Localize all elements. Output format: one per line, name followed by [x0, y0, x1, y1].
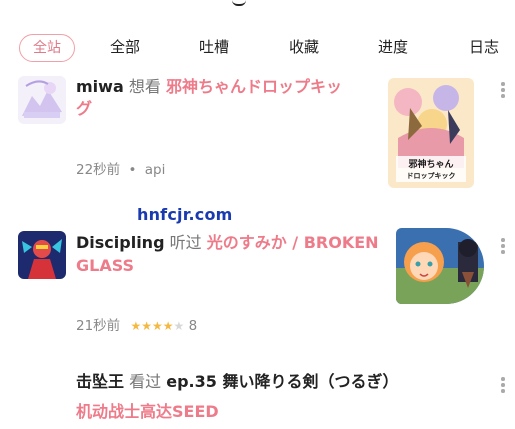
more-options-icon[interactable] [501, 82, 505, 100]
activity-meta: 21秒前 ★★★★★ 8 [76, 314, 197, 334]
more-options-icon[interactable] [501, 238, 505, 256]
subject-title-line[interactable]: 机动战士高达SEED [76, 399, 219, 425]
star-icon: ★ [130, 319, 142, 333]
star-icon: ★ [152, 319, 163, 333]
action-verb: 看过 [129, 372, 162, 391]
subject-title[interactable]: 光のすみか / BROKEN [207, 233, 379, 252]
action-verb: 想看 [128, 77, 161, 96]
avatar[interactable] [18, 231, 66, 279]
tab-collections[interactable]: 收藏 [289, 28, 319, 66]
tab-blog[interactable]: 日志 [469, 28, 499, 66]
user-name[interactable]: Discipling [76, 233, 165, 252]
subject-title-continued[interactable]: GLASS [76, 253, 134, 279]
more-options-icon[interactable] [501, 377, 505, 395]
tab-all[interactable]: 全部 [110, 28, 140, 66]
tab-all-site[interactable]: 全站 [19, 34, 75, 62]
svg-text:邪神ちゃん: 邪神ちゃん [407, 158, 453, 170]
tab-bar: 全站 全部 吐槽 收藏 进度 日志 [0, 28, 515, 66]
subject-title[interactable]: 邪神ちゃんドロップキッ [166, 77, 342, 96]
tab-progress[interactable]: 进度 [378, 28, 408, 66]
avatar[interactable] [18, 76, 66, 124]
star-empty-icon: ★ [173, 319, 185, 333]
meta-separator: • [128, 162, 137, 178]
activity-line: 击坠王 看过 ep.35 舞い降りる剣（つるぎ） [76, 369, 398, 395]
svg-text:ドロップキック: ドロップキック [407, 171, 456, 180]
subject-title-line2[interactable]: グ [76, 99, 92, 118]
subject-cover[interactable]: 邪神ちゃん ドロップキック [388, 78, 474, 188]
timestamp: 21秒前 [76, 318, 121, 334]
feed-item[interactable]: miwa 想看 邪神ちゃんドロップキッ グ 22秒前 • api 邪神ちゃん ド… [0, 72, 515, 192]
user-name[interactable]: 击坠王 [76, 372, 124, 391]
activity-line: miwa 想看 邪神ちゃんドロップキッ [76, 74, 342, 100]
action-verb: 听过 [169, 233, 202, 252]
top-bar-fragment [232, 0, 246, 6]
timestamp: 22秒前 [76, 162, 121, 178]
feed-item[interactable]: 击坠王 看过 ep.35 舞い降りる剣（つるぎ） 机动战士高达SEED [0, 369, 515, 429]
star-icon: ★ [162, 319, 174, 333]
subject-title-continued[interactable]: グ [76, 96, 92, 122]
feed-item[interactable]: Discipling 听过 光のすみか / BROKEN GLASS 21秒前 … [0, 228, 515, 338]
watermark: hnfcjr.com [137, 205, 233, 224]
rating-value: 8 [188, 318, 198, 334]
subject-title-line2[interactable]: GLASS [76, 256, 134, 275]
tab-comments[interactable]: 吐槽 [199, 28, 229, 66]
activity-meta: 22秒前 • api [76, 158, 165, 178]
star-icon: ★ [141, 319, 153, 333]
subject-cover[interactable] [396, 228, 484, 304]
subject-title[interactable]: 机动战士高达SEED [76, 402, 219, 421]
star-rating: ★★★★★ [130, 318, 188, 334]
source-label: api [144, 162, 166, 178]
episode-title[interactable]: ep.35 舞い降りる剣（つるぎ） [166, 372, 398, 391]
user-name[interactable]: miwa [76, 77, 124, 96]
